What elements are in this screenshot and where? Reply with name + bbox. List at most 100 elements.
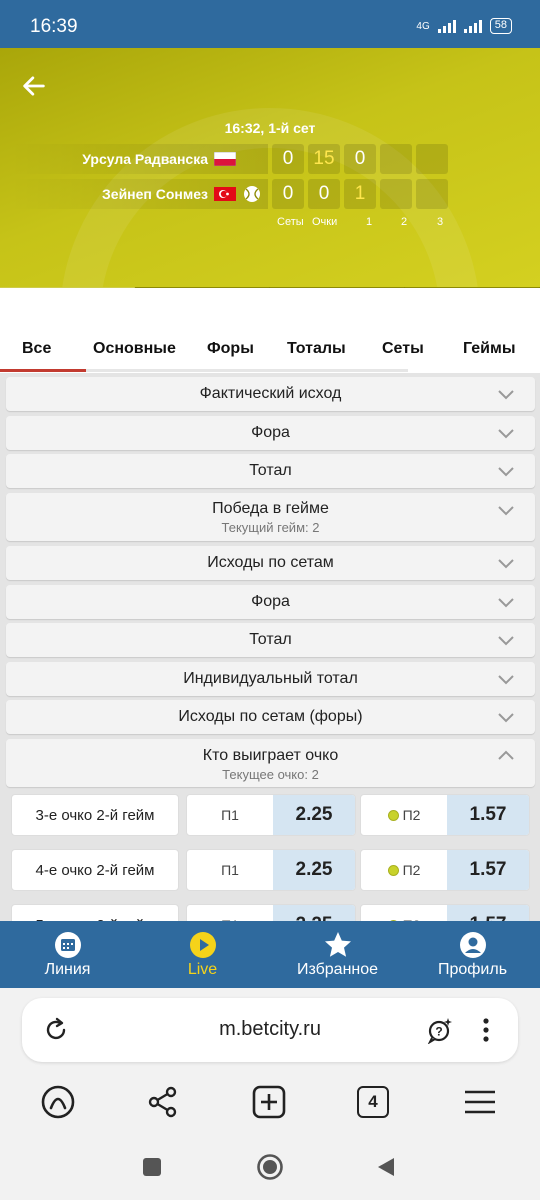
chevron-up-icon xyxy=(498,750,514,760)
odd-value: 2.25 xyxy=(273,850,355,890)
chevron-down-icon xyxy=(498,429,514,439)
tab-handicaps[interactable]: Форы xyxy=(207,340,254,358)
tab-sets[interactable]: Сеты xyxy=(382,340,424,358)
set3-score xyxy=(416,144,448,174)
tab-stats[interactable] xyxy=(405,287,540,288)
back-nav-icon[interactable] xyxy=(375,1156,397,1178)
tab-main[interactable]: Основные xyxy=(93,340,176,358)
odd-value: 2.25 xyxy=(273,905,355,921)
menu-icon[interactable] xyxy=(462,1084,498,1120)
sets-score: 0 xyxy=(272,144,304,174)
market-header-expanded[interactable]: Кто выиграет очко Текущее очко: 2 xyxy=(6,739,535,787)
signal-icon xyxy=(437,19,456,33)
nav-profile[interactable]: Профиль xyxy=(405,921,540,988)
status-icons: 4G 58 xyxy=(416,18,512,34)
odd-p1-button[interactable]: П1 2.25 xyxy=(186,904,356,921)
odd-type: П2 xyxy=(402,862,421,878)
nav-line[interactable]: Линия xyxy=(0,921,135,988)
active-tab-indicator xyxy=(0,369,86,372)
market-header[interactable]: Тотал xyxy=(6,454,535,488)
market-header[interactable]: Исходы по сетам (форы) xyxy=(6,700,535,734)
home-icon[interactable] xyxy=(256,1153,284,1181)
odd-p2-button[interactable]: П2 1.57 xyxy=(360,849,530,891)
tabs-count: 4 xyxy=(368,1092,378,1111)
star-icon xyxy=(324,932,351,957)
odd-p1-button[interactable]: П1 2.25 xyxy=(186,794,356,836)
player-row: Урсула Радванска 0 15 0 xyxy=(10,144,448,174)
match-header: 16:32, 1-й сет Урсула Радванска 0 15 0 З… xyxy=(0,48,540,288)
alice-icon[interactable] xyxy=(40,1084,76,1120)
tab-totals[interactable]: Тоталы xyxy=(287,340,346,358)
market-subtitle: Текущее очко: 2 xyxy=(222,767,319,782)
bet-label: 4-е очко 2-й гейм xyxy=(11,849,179,891)
points-label: Очки xyxy=(312,216,338,228)
player-name-box: Урсула Радванска xyxy=(10,144,268,174)
url-bar[interactable]: m.betcity.ru ? xyxy=(22,998,518,1062)
market-title: Тотал xyxy=(249,631,292,648)
tab-all[interactable]: Все xyxy=(22,340,51,358)
market-title: Фактический исход xyxy=(199,385,342,402)
chevron-down-icon xyxy=(498,636,514,646)
market-header[interactable]: Победа в гейме Текущий гейм: 2 xyxy=(6,493,535,541)
status-bar: 16:39 4G 58 xyxy=(0,0,540,48)
profile-icon xyxy=(459,932,486,958)
battery-icon: 58 xyxy=(489,18,512,34)
tennis-ball-icon xyxy=(387,864,399,876)
odd-p2-button[interactable]: П2 1.57 xyxy=(360,794,530,836)
market-title: Исходы по сетам xyxy=(207,554,334,571)
bet-row: 5-е очко 2-й гейм П1 2.25 П2 1.57 xyxy=(6,902,535,921)
odd-p1-button[interactable]: П1 2.25 xyxy=(186,849,356,891)
odd-value: 2.25 xyxy=(273,795,355,835)
market-title: Кто выиграет очко xyxy=(202,747,339,764)
nav-label: Избранное xyxy=(296,961,379,978)
market-header[interactable]: Исходы по сетам xyxy=(6,546,535,580)
odd-type-box: П2 xyxy=(361,850,447,890)
set1-score: 1 xyxy=(344,179,376,209)
nav-label: Линия xyxy=(44,961,91,978)
points-score: 0 xyxy=(308,179,340,209)
more-vert-icon[interactable] xyxy=(472,1016,500,1044)
score-labels: Сеты Очки 1 2 3 xyxy=(0,216,540,230)
assistant-icon[interactable]: ? xyxy=(426,1016,454,1044)
nav-live[interactable]: Live xyxy=(135,921,270,988)
back-arrow-icon[interactable] xyxy=(20,72,48,100)
share-icon[interactable] xyxy=(145,1084,181,1120)
play-icon xyxy=(189,932,216,958)
chevron-down-icon xyxy=(498,598,514,608)
recent-apps-icon[interactable] xyxy=(141,1156,163,1178)
market-header[interactable]: Фора xyxy=(6,416,535,450)
market-header[interactable]: Индивидуальный тотал xyxy=(6,662,535,696)
set1-score: 0 xyxy=(344,144,376,174)
status-time: 16:39 xyxy=(30,16,78,37)
market-title: Фора xyxy=(251,593,290,610)
bottom-nav: Линия Live Избранное Профиль xyxy=(0,921,540,988)
signal-icon-2 xyxy=(463,19,482,33)
set3-label: 3 xyxy=(437,216,444,228)
sets-score: 0 xyxy=(272,179,304,209)
system-nav xyxy=(0,1148,540,1188)
bet-row: 4-е очко 2-й гейм П1 2.25 П2 1.57 xyxy=(6,847,535,893)
flag-poland-icon xyxy=(214,152,236,166)
odd-type: П1 xyxy=(221,862,239,878)
odd-type: П2 xyxy=(402,807,421,823)
odd-value: 1.57 xyxy=(447,850,529,890)
odd-type: П1 xyxy=(221,807,239,823)
new-tab-icon[interactable] xyxy=(251,1084,287,1120)
flag-turkey-icon xyxy=(214,187,236,201)
market-header[interactable]: Фактический исход xyxy=(6,377,535,411)
market-title: Исходы по сетам (форы) xyxy=(178,708,363,725)
match-clock: 16:32, xyxy=(224,120,265,136)
market-header[interactable]: Фора xyxy=(6,585,535,619)
tab-video[interactable] xyxy=(135,287,270,288)
bet-label: 3-е очко 2-й гейм xyxy=(11,794,179,836)
odd-type-box: П2 xyxy=(361,795,447,835)
tabs-count-button[interactable]: 4 xyxy=(357,1086,389,1118)
tab-field[interactable] xyxy=(270,287,405,288)
market-header[interactable]: Тотал xyxy=(6,623,535,657)
chevron-down-icon xyxy=(498,390,514,400)
odd-p2-button[interactable]: П2 1.57 xyxy=(360,904,530,921)
nav-favorites[interactable]: Избранное xyxy=(270,921,405,988)
tab-info[interactable] xyxy=(0,287,135,288)
tab-games[interactable]: Геймы xyxy=(463,340,516,358)
info-tabs xyxy=(0,287,540,288)
